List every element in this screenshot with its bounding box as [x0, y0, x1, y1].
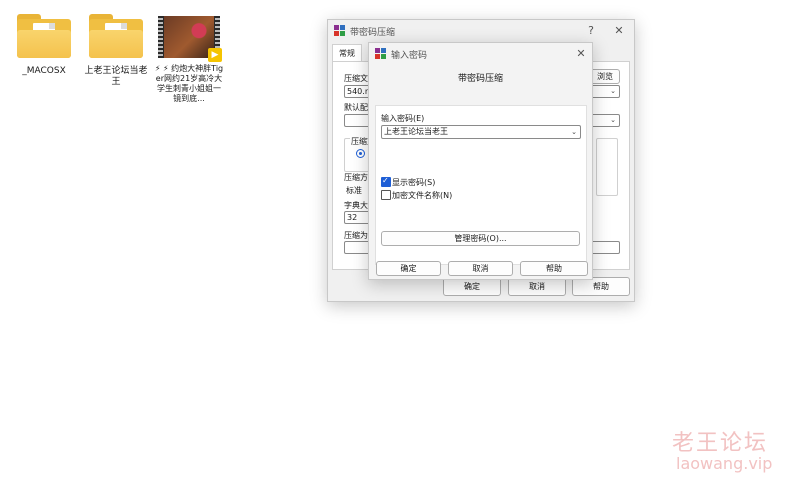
dialog-heading: 带密码压缩 — [457, 74, 503, 84]
format-radio[interactable] — [356, 149, 365, 158]
desktop-icon-label: _MACOSX — [22, 66, 66, 76]
method-value[interactable]: 标准 — [346, 185, 362, 196]
desktop-folder-laowang[interactable]: 上老王论坛当老王 — [84, 12, 148, 88]
password-input[interactable]: 上老王论坛当老王 ⌄ — [381, 125, 581, 139]
desktop-folder-macosx[interactable]: _MACOSX — [12, 12, 76, 77]
dictionary-value: 32 — [347, 213, 358, 222]
ok-button[interactable]: 确定 — [376, 261, 441, 276]
dictionary-label: 字典大 — [344, 201, 368, 210]
tab-general[interactable]: 常规 — [332, 44, 362, 62]
folder-icon — [87, 12, 145, 60]
password-dialog: 输入密码 ✕ 带密码压缩 输入密码(E) 上老王论坛当老王 ⌄ 显示密码(S) … — [368, 42, 593, 280]
options-combo[interactable] — [590, 241, 620, 254]
method-label: 压缩方 — [344, 173, 368, 182]
password-label: 输入密码(E) — [381, 114, 425, 123]
watermark-text: 老王论坛 — [672, 431, 769, 456]
watermark-url: laowang.vip — [676, 454, 773, 473]
winrar-icon — [334, 25, 345, 36]
media-badge-icon: ▶ — [208, 48, 222, 62]
video-thumbnail-icon: ▶ — [158, 16, 222, 62]
cancel-button[interactable]: 取消 — [448, 261, 513, 276]
folder-icon — [15, 12, 73, 60]
window-title: 带密码压缩 — [350, 28, 396, 38]
dialog-title: 输入密码 — [391, 51, 428, 61]
desktop-icon-label: 上老王论坛当老王 — [84, 66, 148, 87]
chevron-down-icon: ⌄ — [571, 128, 577, 136]
options-groupbox — [596, 138, 618, 196]
manage-passwords-button[interactable]: 管理密码(O)... — [381, 231, 580, 246]
window-titlebar[interactable]: 带密码压缩 ? ✕ — [328, 20, 634, 42]
desktop-video-file[interactable]: ▶ ⚡ ⚡ 约炮大神胖Tiger网约21岁高冷大学生刺青小姐姐一镜到底... — [154, 12, 224, 104]
chevron-down-icon: ⌄ — [610, 116, 616, 124]
archive-name-value: 540.r — [347, 87, 369, 96]
show-password-label: 显示密码(S) — [392, 178, 436, 187]
help-button[interactable]: 帮助 — [520, 261, 588, 276]
browse-button[interactable]: 浏览(B)... — [590, 69, 620, 94]
show-password-checkbox[interactable] — [381, 176, 391, 187]
winrar-icon — [375, 48, 386, 59]
close-icon[interactable]: ✕ — [610, 23, 628, 39]
password-value: 上老王论坛当老王 — [384, 127, 448, 136]
profile-label: 默认配 — [344, 103, 368, 112]
dialog-titlebar[interactable]: 输入密码 ✕ — [369, 43, 592, 65]
close-icon[interactable]: ✕ — [572, 46, 590, 62]
desktop-icon-label: ⚡ ⚡ 约炮大神胖Tiger网约21岁高冷大学生刺青小姐姐一镜到底... — [154, 64, 224, 103]
help-titlebar-button[interactable]: ? — [582, 23, 600, 39]
encrypt-filenames-label: 加密文件名称(N) — [392, 191, 453, 200]
encrypt-filenames-checkbox[interactable] — [381, 190, 391, 200]
chevron-down-icon: ⌄ — [610, 87, 616, 95]
archive-name-label: 压缩文 — [344, 74, 368, 83]
split-label: 压缩为 — [344, 231, 368, 240]
